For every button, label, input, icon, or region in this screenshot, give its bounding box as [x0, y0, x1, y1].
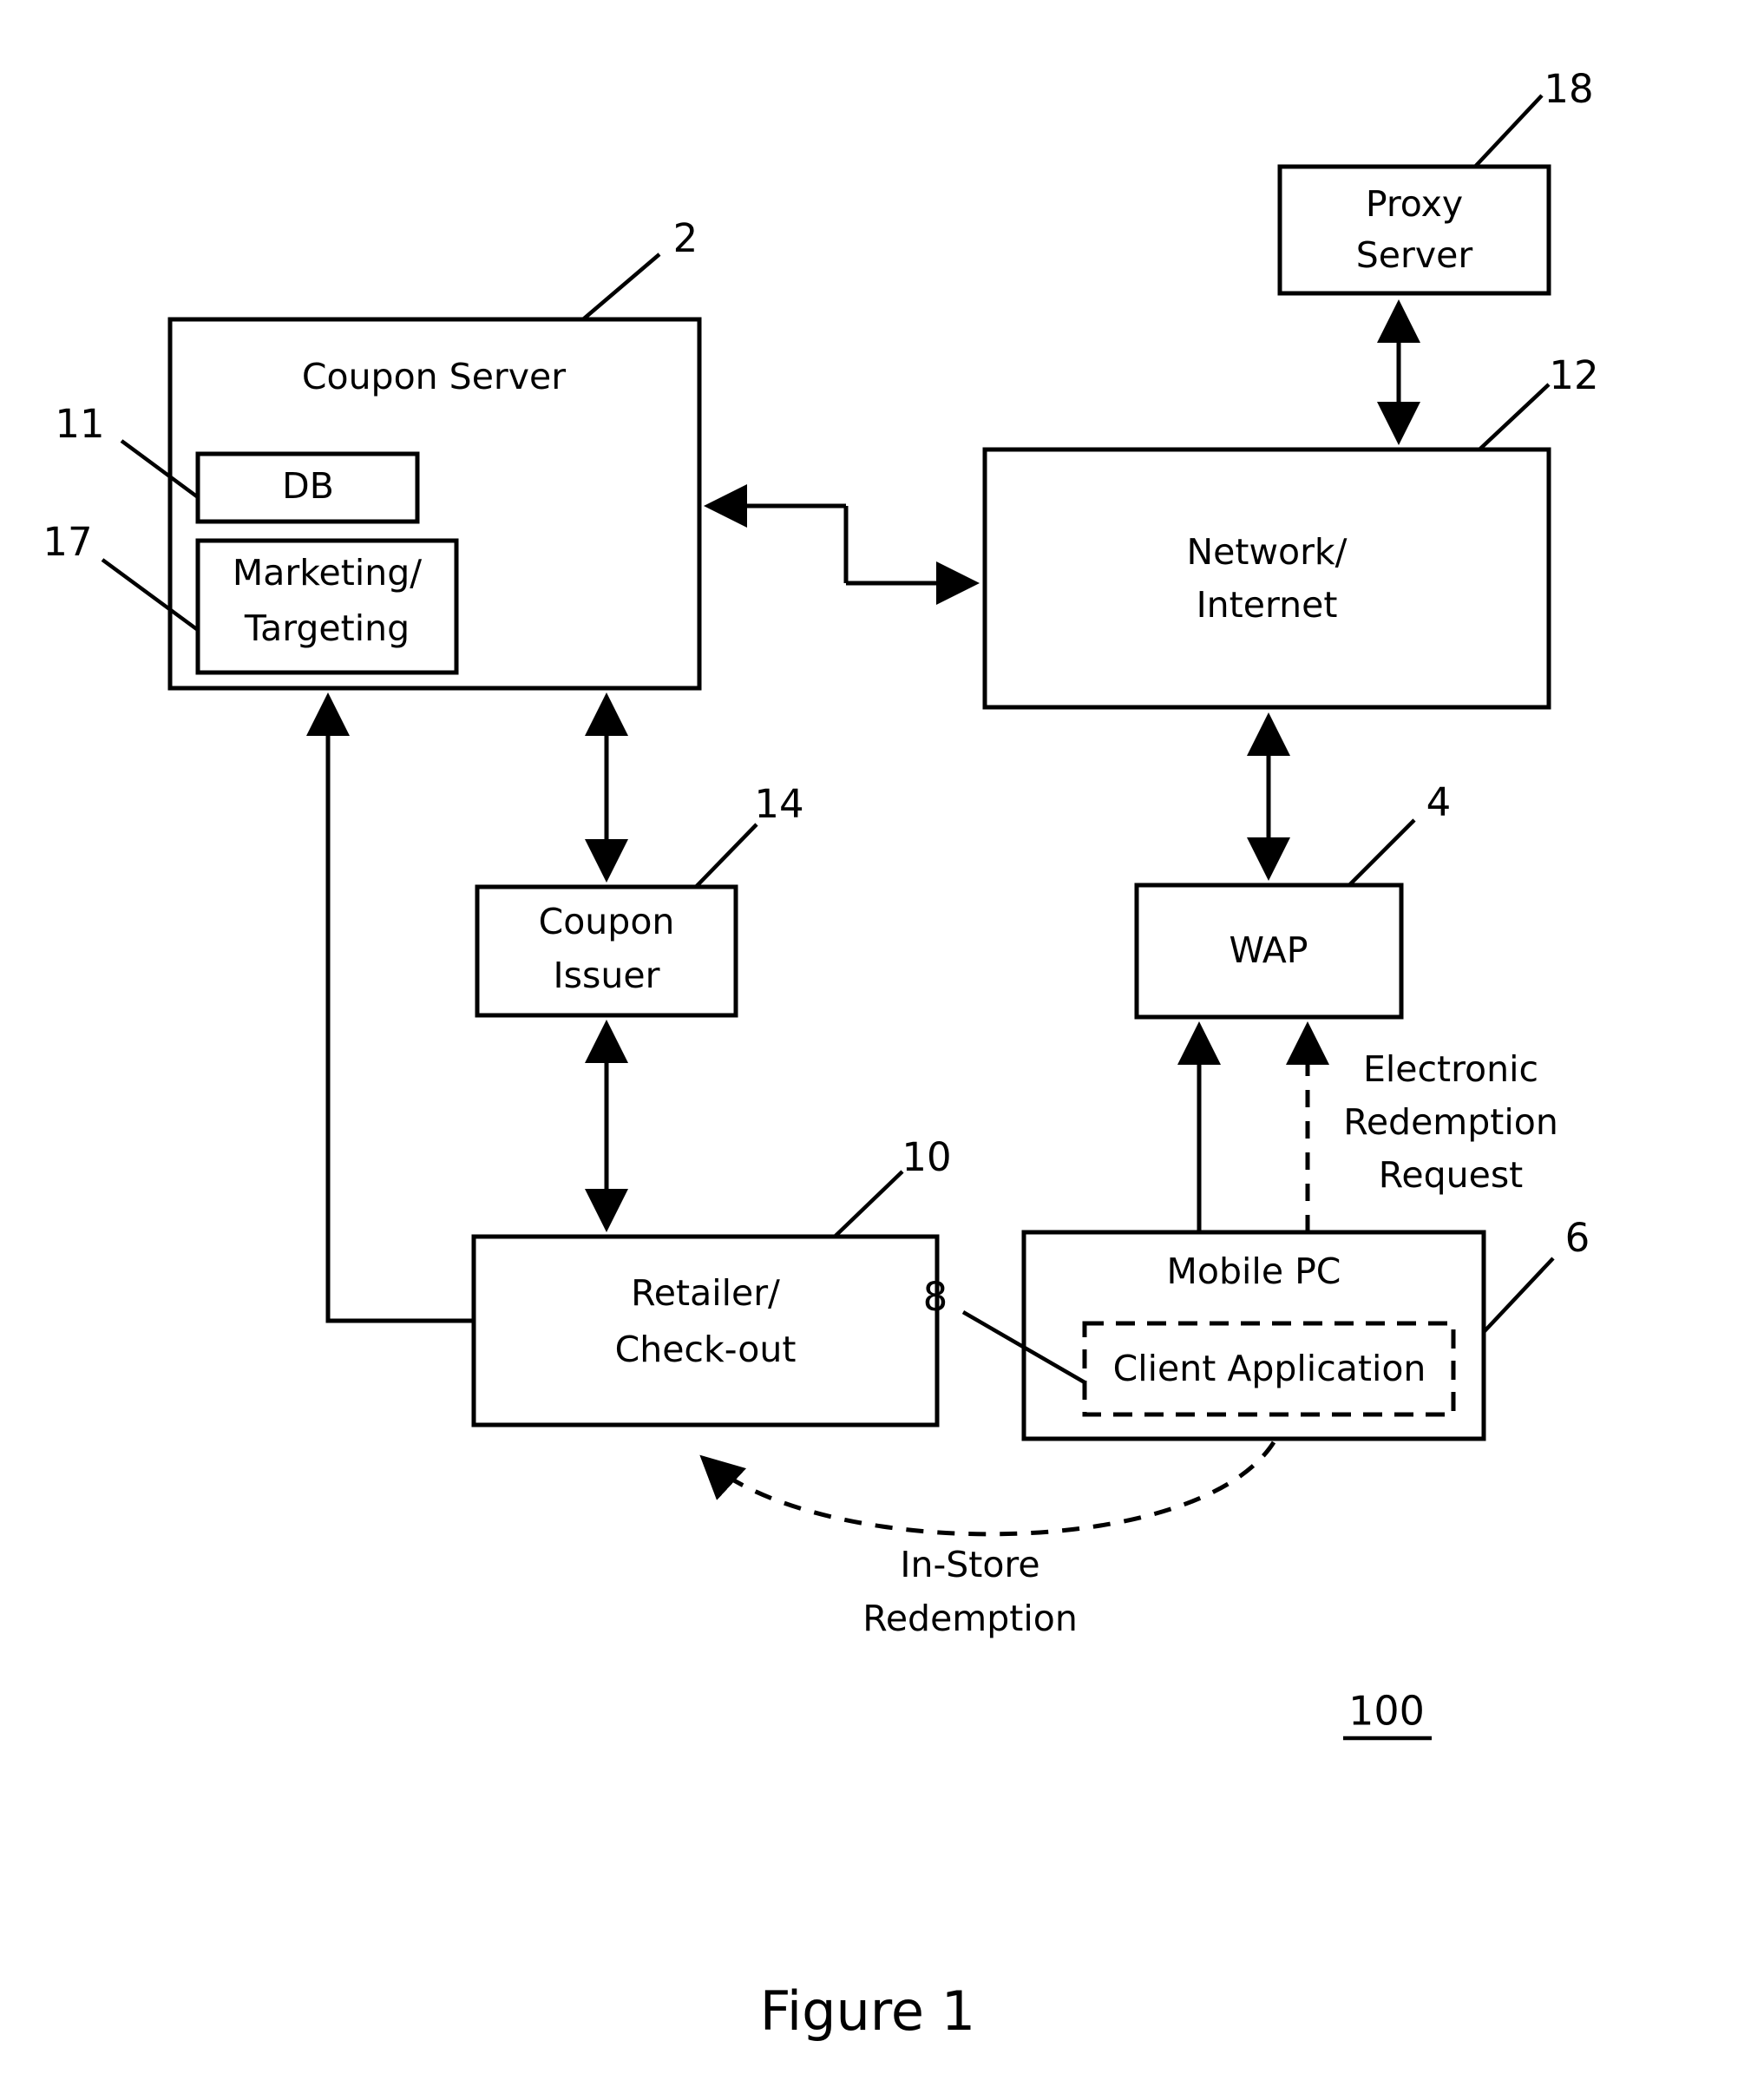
leader-line-wap: [1348, 818, 1416, 887]
coupon-issuer-label-line2: Issuer: [554, 955, 660, 996]
in-store-redemption-label-line1: In-Store: [900, 1544, 1039, 1585]
ref-number-retailer-checkout: 10: [902, 1134, 951, 1180]
system-block-diagram: Coupon Server 2 DB 11 Marketing/ Targeti…: [43, 66, 1598, 2043]
marketing-targeting-label-line1: Marketing/: [233, 552, 422, 594]
connector-in-store-redemption: [699, 1441, 1276, 1537]
system-reference-label: 100: [1348, 1688, 1425, 1735]
leader-line-retailer-checkout: [833, 1170, 904, 1238]
figure-caption: Figure 1: [760, 1979, 975, 2043]
ref-number-coupon-issuer: 14: [754, 781, 803, 827]
proxy-server-label-line1: Proxy: [1366, 183, 1463, 225]
network-internet-label-line2: Internet: [1197, 584, 1338, 626]
ref-number-wap: 4: [1426, 779, 1452, 825]
leader-line-coupon-issuer: [694, 823, 758, 889]
network-internet-label-line1: Network/: [1186, 531, 1347, 573]
client-application-label: Client Application: [1113, 1348, 1426, 1389]
leader-line-coupon-server: [581, 253, 661, 321]
marketing-targeting-label-line2: Targeting: [244, 607, 410, 649]
leader-line-network-internet: [1478, 383, 1551, 451]
patent-figure: Coupon Server 2 DB 11 Marketing/ Targeti…: [0, 0, 1764, 2087]
leader-line-proxy-server: [1473, 94, 1544, 168]
proxy-server-label-line2: Server: [1356, 234, 1473, 276]
ref-number-mobile-pc: 6: [1565, 1215, 1590, 1261]
wap-label: WAP: [1229, 929, 1308, 971]
mobile-pc-label: Mobile PC: [1167, 1250, 1341, 1292]
connector-retailer-to-coupon-server: [306, 692, 474, 1323]
node-network-internet[interactable]: [982, 447, 1551, 710]
retailer-checkout-label-line1: Retailer/: [631, 1272, 780, 1314]
ref-number-network-internet: 12: [1549, 352, 1598, 398]
db-label: DB: [282, 465, 334, 507]
electronic-redemption-label-line1: Electronic: [1363, 1048, 1538, 1090]
in-store-redemption-label-line2: Redemption: [862, 1598, 1078, 1639]
coupon-server-label: Coupon Server: [302, 356, 566, 397]
ref-number-marketing-targeting: 17: [43, 519, 92, 565]
ref-number-db: 11: [55, 401, 104, 447]
leader-line-mobile-pc: [1482, 1257, 1555, 1334]
coupon-issuer-label-line1: Coupon: [539, 901, 675, 942]
ref-number-coupon-server: 2: [673, 215, 698, 261]
electronic-redemption-label-line3: Request: [1379, 1154, 1524, 1196]
ref-number-client-application: 8: [923, 1274, 948, 1320]
retailer-checkout-label-line2: Check-out: [615, 1329, 797, 1370]
electronic-redemption-label-line2: Redemption: [1343, 1101, 1558, 1143]
ref-number-proxy-server: 18: [1544, 66, 1593, 112]
